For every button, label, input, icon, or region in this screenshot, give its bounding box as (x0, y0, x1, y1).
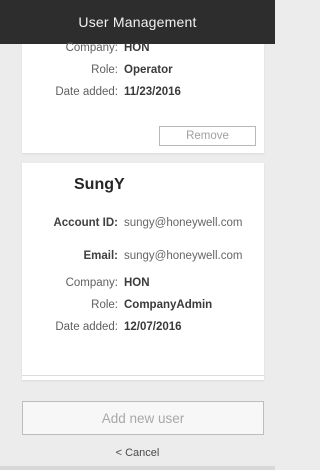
date-added-row: Date added: 11/23/2016 (22, 86, 264, 102)
date-added-label: Date added: (55, 321, 118, 333)
page-title: User Management (78, 14, 197, 30)
user-name: SungY (74, 176, 125, 193)
account-id-value: sungy@honeywell.com (124, 217, 243, 229)
email-label: Email: (83, 250, 118, 262)
company-label: Company: (65, 42, 118, 54)
user-card: Company: HON Role: Operator Date added: … (22, 42, 264, 153)
company-row: Company: HON (22, 277, 264, 293)
role-label: Role: (91, 299, 118, 311)
date-added-label: Date added: (55, 86, 118, 98)
date-added-value: 11/23/2016 (124, 86, 181, 98)
company-value: HON (124, 277, 150, 289)
role-row: Role: CompanyAdmin (22, 299, 264, 315)
company-row: Company: HON (22, 42, 264, 58)
role-row: Role: Operator (22, 64, 264, 80)
user-card: SungY Account ID: sungy@honeywell.com Em… (22, 163, 264, 380)
bottom-bar (0, 466, 275, 470)
email-row: Email: sungy@honeywell.com (22, 250, 264, 266)
date-added-row: Date added: 12/07/2016 (22, 321, 264, 337)
company-label: Company: (65, 277, 118, 289)
app-header: User Management (0, 0, 275, 44)
email-value: sungy@honeywell.com (124, 250, 243, 262)
add-new-user-button[interactable]: Add new user (22, 401, 264, 435)
role-value: Operator (124, 64, 173, 76)
company-value: HON (124, 42, 150, 54)
role-value: CompanyAdmin (124, 299, 213, 311)
date-added-value: 12/07/2016 (124, 321, 182, 333)
card-divider (22, 375, 264, 376)
role-label: Role: (91, 64, 118, 76)
account-id-label: Account ID: (53, 217, 118, 229)
remove-button[interactable]: Remove (159, 126, 256, 146)
account-id-row: Account ID: sungy@honeywell.com (22, 217, 264, 233)
cancel-link[interactable]: < Cancel (0, 447, 275, 459)
